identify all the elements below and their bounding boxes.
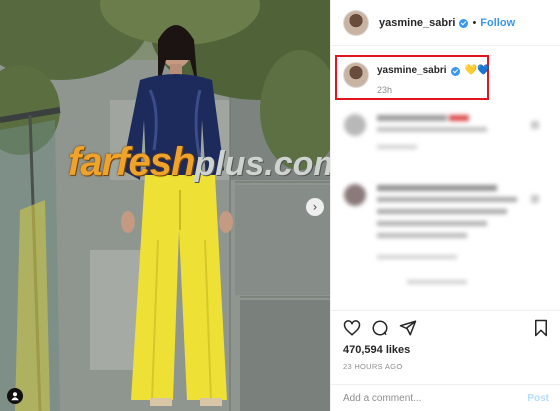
photo-scene [0,0,330,411]
post-side-panel: yasmine_sabri • Follow yasmine_sabri 💛💙 … [330,0,560,411]
post-photo[interactable]: farfeshplus.com › [0,0,330,411]
verified-badge-icon [459,19,469,28]
separator-dot: • [472,16,477,29]
caption-avatar[interactable] [343,62,369,88]
watermark-plus: plus.com [194,145,330,183]
heart-icon[interactable] [343,319,361,337]
user-silhouette-icon [11,392,19,401]
like-count[interactable]: 470,594 likes [343,344,410,356]
post-timestamp[interactable]: 23 HOURS AGO [343,362,402,371]
verified-badge-icon [450,67,460,76]
watermark-main: farfesh [68,140,195,184]
blurred-comments [344,114,539,284]
comments-list [331,105,560,310]
user-tag-icon[interactable] [7,388,23,404]
avatar[interactable] [343,9,369,36]
caption-time[interactable]: 23h [377,85,489,95]
comment-bar: Post [331,384,560,411]
post-header: yasmine_sabri • Follow [331,0,560,46]
share-icon[interactable] [399,319,417,337]
caption-username[interactable]: yasmine_sabri [377,65,447,76]
post-actions: 470,594 likes 23 HOURS AGO Post [331,310,560,411]
caption-text: 💛💙 [464,65,490,76]
post-button[interactable]: Post [527,393,549,404]
caption: yasmine_sabri 💛💙 23h [343,62,489,95]
watermark: farfeshplus.com [68,140,330,190]
comment-input[interactable] [343,393,528,404]
comment-icon[interactable] [371,319,389,337]
header-username[interactable]: yasmine_sabri [379,17,455,29]
follow-button[interactable]: Follow [480,17,515,29]
action-icons [343,319,549,339]
chevron-right-icon[interactable]: › [306,198,324,216]
bookmark-icon[interactable] [533,319,549,337]
